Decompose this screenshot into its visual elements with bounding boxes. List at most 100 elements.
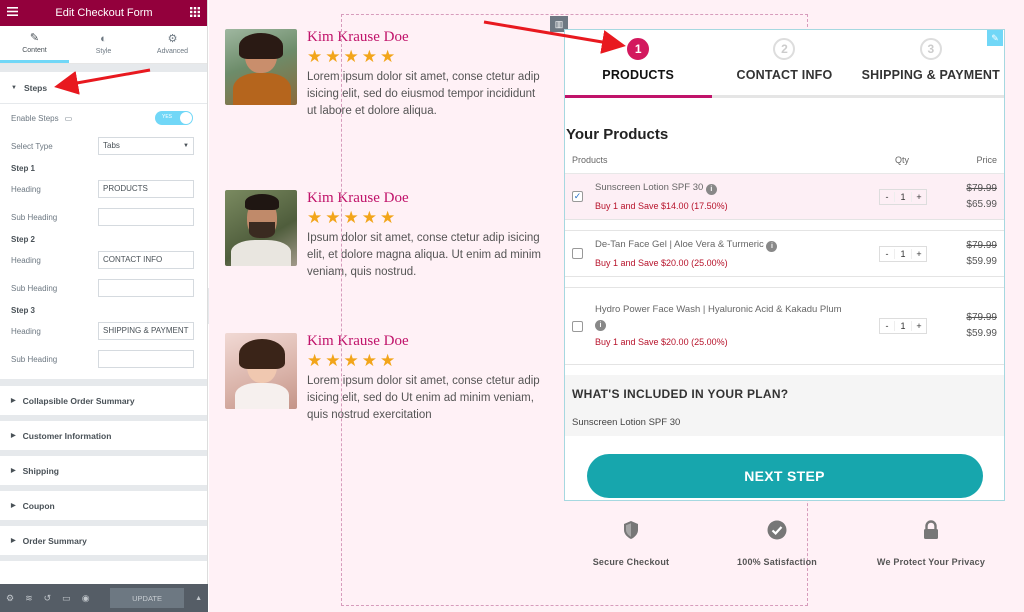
caret-right-icon: ▶ [11, 433, 16, 439]
select-type-row: Select Type Tabs ▼ [0, 132, 207, 160]
step-tab-shipping-payment[interactable]: 3 SHIPPING & PAYMENT [858, 30, 1004, 95]
qty-value[interactable]: 1 [894, 191, 912, 202]
step-tab-products[interactable]: 1 PRODUCTS [565, 30, 711, 95]
shipping-section[interactable]: ▶ Shipping [0, 456, 207, 491]
qty-minus-button[interactable]: - [880, 249, 894, 259]
step-2-subheading-input[interactable] [98, 279, 194, 297]
next-step-label: NEXT STEP [744, 468, 825, 484]
product-row[interactable]: De-Tan Face Gel | Aloe Vera & Turmeric i… [565, 230, 1004, 277]
product-checkbox[interactable]: ✓ [572, 191, 583, 202]
update-button[interactable]: UPDATE [110, 588, 185, 608]
product-row[interactable]: Hydro Power Face Wash | Hyaluronic Acid … [565, 287, 1004, 365]
step-tab-contact-info[interactable]: 2 CONTACT INFO [711, 30, 857, 95]
avatar-hair [239, 339, 285, 369]
qty-plus-button[interactable]: + [912, 321, 926, 331]
chevron-up-icon[interactable]: ▲ [195, 595, 202, 602]
heading-label: Heading [11, 326, 41, 336]
order-summary-section[interactable]: ▶ Order Summary [0, 526, 207, 561]
step-number: 2 [773, 38, 796, 60]
history-icon[interactable]: ↺ [44, 593, 52, 604]
preview-eye-icon[interactable]: ◉ [82, 593, 90, 604]
editor-header: Edit Checkout Form [0, 0, 207, 26]
product-deal: Buy 1 and Save $14.00 (17.50%) [595, 200, 728, 211]
trust-label: Secure Checkout [592, 557, 670, 567]
plan-item: Sunscreen Lotion SPF 30 [572, 417, 681, 428]
plan-summary: WHAT'S INCLUDED IN YOUR PLAN? Sunscreen … [565, 375, 1004, 436]
product-row[interactable]: ✓ Sunscreen Lotion SPF 30 i Buy 1 and Sa… [565, 174, 1004, 220]
select-type-label: Select Type [11, 141, 53, 151]
steps-section-label: Steps [23, 82, 48, 93]
coupon-section[interactable]: ▶ Coupon [0, 491, 207, 526]
quantity-stepper: - 1 + [879, 245, 927, 262]
product-price: $79.99 $59.99 [947, 238, 997, 270]
qty-value[interactable]: 1 [894, 321, 912, 331]
qty-minus-button[interactable]: - [880, 192, 894, 202]
qty-value[interactable]: 1 [894, 248, 912, 259]
info-icon[interactable]: i [705, 183, 717, 195]
pencil-icon: ✎ [29, 31, 40, 44]
product-info: Sunscreen Lotion SPF 30 i Buy 1 and Save… [595, 181, 879, 213]
avatar-beard [249, 222, 275, 238]
responsive-mode-icon[interactable]: ▭ [62, 593, 71, 604]
step-3-subheading-input[interactable] [98, 350, 194, 368]
product-deal: Buy 1 and Save $20.00 (25.00%) [595, 337, 728, 347]
quantity-stepper: - 1 + [879, 318, 927, 334]
info-icon[interactable]: i [595, 320, 606, 331]
edit-widget-pencil-icon[interactable]: ✎ [987, 30, 1003, 46]
step-1-label: Step 1 [11, 164, 36, 173]
collapsible-order-summary-section[interactable]: ▶ Collapsible Order Summary [0, 386, 207, 421]
step-2-heading-row: Heading CONTACT INFO [0, 246, 207, 274]
tab-content[interactable]: ✎ Content [0, 26, 69, 63]
settings-gear-icon[interactable]: ⚙ [6, 593, 14, 604]
checkout-form: 1 PRODUCTS 2 CONTACT INFO 3 SHIPPING & P… [564, 29, 1005, 501]
tab-style[interactable]: ◐ Style [69, 26, 138, 63]
product-name: De-Tan Face Gel | Aloe Vera & Turmeric [595, 238, 764, 250]
heading-label: Heading [11, 255, 41, 265]
step-number: 1 [627, 38, 650, 60]
customer-information-section[interactable]: ▶ Customer Information [0, 421, 207, 456]
step-1-subheading-input[interactable] [98, 208, 194, 226]
step-2-subheading-row: Sub Heading [0, 274, 207, 302]
enable-steps-toggle[interactable]: YES [155, 111, 193, 125]
product-price: $79.99 $59.99 [947, 310, 997, 342]
toggle-knob [180, 112, 192, 124]
qty-minus-button[interactable]: - [880, 321, 894, 331]
select-type-dropdown[interactable]: Tabs ▼ [98, 137, 194, 155]
next-step-button[interactable]: NEXT STEP [586, 454, 983, 498]
toggle-text: YES [162, 114, 173, 120]
caret-right-icon: ▶ [11, 503, 16, 509]
update-label: UPDATE [132, 593, 162, 603]
sub-heading-label: Sub Heading [11, 212, 58, 222]
info-icon[interactable]: i [766, 240, 778, 252]
qty-plus-button[interactable]: + [912, 249, 926, 259]
product-checkbox[interactable] [572, 248, 583, 259]
section-label: Collapsible Order Summary [22, 395, 135, 406]
trust-secure-checkout: Secure Checkout [556, 520, 706, 567]
trust-label: We Protect Your Privacy [876, 557, 986, 567]
widgets-grid-icon[interactable] [190, 6, 200, 20]
chevron-down-icon: ▼ [183, 143, 189, 149]
navigator-layers-icon[interactable]: ≋ [25, 593, 33, 604]
step-title: CONTACT INFO [736, 68, 833, 82]
step-1-heading-input[interactable]: PRODUCTS [98, 180, 194, 198]
tab-advanced[interactable]: ⚙ Advanced [138, 26, 207, 63]
step-3-heading-input[interactable]: SHIPPING & PAYMENT [98, 322, 194, 340]
caret-right-icon: ▶ [11, 398, 16, 404]
select-type-value: Tabs [103, 141, 120, 150]
steps-section-header[interactable]: ▼ Steps [0, 72, 207, 104]
trust-satisfaction: 100% Satisfaction [702, 520, 852, 567]
caret-right-icon: ▶ [11, 538, 16, 544]
product-info: De-Tan Face Gel | Aloe Vera & Turmeric i… [595, 238, 879, 270]
tab-label: Content [22, 46, 47, 54]
gear-icon: ⚙ [167, 33, 178, 45]
step-2-heading-input[interactable]: CONTACT INFO [98, 251, 194, 269]
avatar-shoulders [231, 240, 291, 266]
column-qty: Qty [894, 155, 909, 165]
product-info: Hydro Power Face Wash | Hyaluronic Acid … [595, 303, 879, 349]
avatar-hair [245, 194, 279, 210]
hamburger-menu-icon[interactable] [7, 7, 18, 19]
step-3-label: Step 3 [11, 306, 36, 315]
product-price: $79.99 $65.99 [947, 181, 997, 213]
qty-plus-button[interactable]: + [912, 192, 926, 202]
product-checkbox[interactable] [572, 320, 583, 332]
